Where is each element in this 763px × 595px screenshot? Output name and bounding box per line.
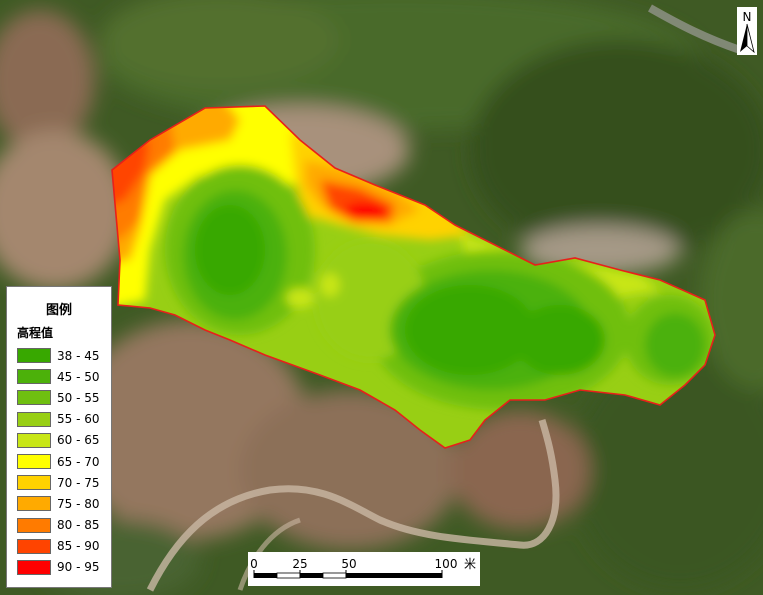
scale-label: 0 — [250, 557, 258, 571]
legend-item: 80 - 85 — [7, 515, 111, 536]
legend-title: 图例 — [45, 303, 72, 318]
legend-label: 80 - 85 — [57, 518, 100, 533]
legend-swatch — [17, 454, 51, 470]
legend: 图例 高程值 38 - 45 45 - 50 50 - 55 55 - 60 6… — [6, 286, 112, 588]
scale-segment — [276, 572, 301, 579]
legend-label: 75 - 80 — [57, 496, 100, 511]
scale-segment — [346, 573, 442, 578]
north-arrow-icon: N — [737, 7, 757, 55]
legend-label: 50 - 55 — [57, 390, 100, 405]
legend-swatch — [17, 559, 51, 575]
scale-segment — [322, 572, 347, 579]
legend-item: 90 - 95 — [7, 557, 111, 578]
legend-label: 55 - 60 — [57, 412, 100, 427]
legend-item: 50 - 55 — [7, 387, 111, 408]
legend-item: 70 - 75 — [7, 472, 111, 493]
legend-item: 85 - 90 — [7, 536, 111, 557]
legend-item: 45 - 50 — [7, 366, 111, 387]
scale-segment — [254, 573, 277, 578]
legend-label: 65 - 70 — [57, 454, 100, 469]
scale-label: 25 — [292, 557, 307, 571]
scale-segment — [300, 573, 323, 578]
legend-label: 70 - 75 — [57, 475, 100, 490]
legend-label: 60 - 65 — [57, 433, 100, 448]
legend-label: 38 - 45 — [57, 348, 100, 363]
legend-label: 85 - 90 — [57, 539, 100, 554]
legend-swatch — [17, 348, 51, 364]
legend-swatch — [17, 369, 51, 385]
legend-swatch — [17, 538, 51, 554]
map-view: 0 25 50 100 米 N 图例 高程值 38 - 45 45 - 50 5… — [0, 0, 763, 595]
legend-swatch — [17, 517, 51, 533]
legend-swatch — [17, 496, 51, 512]
legend-swatch — [17, 432, 51, 448]
legend-item: 38 - 45 — [7, 345, 111, 366]
legend-item: 55 - 60 — [7, 409, 111, 430]
map-canvas: 0 25 50 100 米 N — [0, 0, 763, 595]
legend-item: 60 - 65 — [7, 430, 111, 451]
legend-label: 90 - 95 — [57, 560, 100, 575]
scale-label: 50 — [341, 557, 356, 571]
legend-item: 75 - 80 — [7, 493, 111, 514]
legend-swatch — [17, 411, 51, 427]
legend-swatch — [17, 475, 51, 491]
scale-label: 100 — [435, 557, 458, 571]
north-letter: N — [743, 10, 752, 24]
scale-unit: 米 — [464, 557, 476, 571]
legend-label: 45 - 50 — [57, 369, 100, 384]
legend-subtitle: 高程值 — [17, 326, 54, 340]
legend-item: 65 - 70 — [7, 451, 111, 472]
legend-swatch — [17, 390, 51, 406]
scale-bar: 0 25 50 100 米 — [248, 552, 480, 586]
